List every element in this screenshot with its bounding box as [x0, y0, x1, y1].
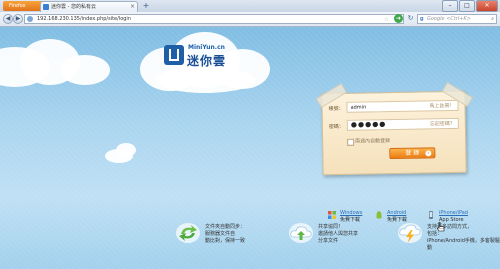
search-placeholder: Google <Ctrl+K> — [427, 16, 471, 22]
site-identity-icon[interactable] — [27, 16, 33, 22]
miniyun-logo-icon[interactable] — [164, 45, 184, 65]
login-button[interactable]: 登 錄 › — [389, 147, 436, 160]
feature-share-line3: 分享文件 — [318, 238, 339, 244]
address-bar[interactable]: 192.168.230.135/index.php/site/login ☆ — [24, 14, 404, 24]
browser-tab[interactable]: 迷你雲 - 您的私有云 × — [40, 1, 138, 12]
feature-access-line1: 支持更多訪問方式， — [427, 224, 473, 230]
account-label: 帳號： — [328, 105, 344, 113]
feature-sync: 文件夾自動同步： 服務器文件自 動比對，保持一致 — [176, 223, 246, 245]
android-icon — [376, 211, 382, 219]
back-button[interactable]: ◀ — [3, 14, 13, 24]
remember-label: 兩週內自動登錄 — [355, 138, 391, 145]
register-link[interactable]: 馬上註冊！ — [429, 101, 454, 111]
navigation-bar: ◀ ▶ 192.168.230.135/index.php/site/login… — [0, 12, 500, 27]
google-icon: g — [420, 16, 424, 22]
search-bar[interactable]: g Google <Ctrl+K> ⌕ — [417, 14, 497, 24]
download-windows[interactable]: Windows 免費下載 — [328, 210, 363, 224]
go-button[interactable]: ➜ — [394, 14, 403, 23]
account-value: admin — [350, 104, 367, 111]
lightning-cloud-icon — [398, 223, 422, 243]
bookmark-star-icon[interactable]: ☆ — [384, 15, 389, 24]
feature-sync-line2: 服務器文件自 — [205, 231, 236, 237]
feature-access-line3: iPhone/Android手機，多客製驅動 — [427, 238, 500, 251]
page-content: MiniYun.cn 迷你雲 帳號： admin 馬上註冊！ 密碼： ●●●●●… — [0, 27, 500, 269]
windows-icon — [328, 211, 336, 219]
forgot-password-link[interactable]: 忘記密碼？ — [430, 119, 455, 129]
iphone-icon — [429, 211, 433, 219]
login-card: 帳號： admin 馬上註冊！ 密碼： ●●●●● 忘記密碼？ 兩週內自動登錄 … — [315, 81, 474, 176]
tab-favicon-icon — [43, 4, 49, 10]
tab-title: 迷你雲 - 您的私有云 — [51, 4, 96, 10]
feature-share: 共享協同！ 邀請他人與您共享 分享文件 — [289, 223, 359, 245]
remember-checkbox[interactable] — [347, 138, 355, 146]
reload-button[interactable]: ↻ — [406, 14, 415, 23]
window-controls: – □ ✕ — [442, 0, 498, 12]
window-close-button[interactable]: ✕ — [476, 0, 498, 12]
account-input[interactable]: admin 馬上註冊！ — [346, 99, 459, 113]
download-android-name: Android — [387, 210, 407, 216]
feature-share-line1: 共享協同！ — [318, 224, 344, 230]
download-windows-action: 免費下載 — [340, 217, 361, 223]
url-text: 192.168.230.135/index.php/site/login — [37, 16, 131, 22]
logo-english: MiniYun.cn — [188, 44, 225, 51]
password-input[interactable]: ●●●●● 忘記密碼？ — [346, 117, 459, 131]
tab-close-icon[interactable]: × — [130, 2, 135, 12]
feature-access: 支持更多訪問方式， 包括： iPhone/Android手機，多客製驅動 — [398, 223, 500, 252]
cloud-upload-icon — [289, 223, 313, 243]
logo-chinese: 迷你雲 — [187, 54, 227, 68]
minimize-button[interactable]: – — [442, 0, 458, 12]
feature-share-line2: 邀請他人與您共享 — [318, 231, 359, 237]
feature-sync-line1: 文件夾自動同步： — [205, 224, 246, 230]
download-ios-name: iPhone/iPad — [439, 210, 468, 216]
new-tab-button[interactable]: + — [141, 1, 151, 11]
search-icon[interactable]: ⌕ — [491, 15, 494, 24]
download-windows-name: Windows — [340, 210, 363, 216]
password-label: 密碼： — [328, 123, 344, 131]
maximize-button[interactable]: □ — [459, 0, 475, 12]
password-value: ●●●●● — [350, 120, 387, 129]
sync-arrows-icon — [176, 223, 200, 243]
login-button-label: 登 錄 — [405, 149, 420, 157]
arrow-right-icon: › — [425, 150, 432, 157]
feature-access-line2: 包括： — [427, 231, 443, 237]
forward-button[interactable]: ▶ — [13, 14, 23, 24]
feature-sync-line3: 動比對，保持一致 — [205, 238, 246, 244]
